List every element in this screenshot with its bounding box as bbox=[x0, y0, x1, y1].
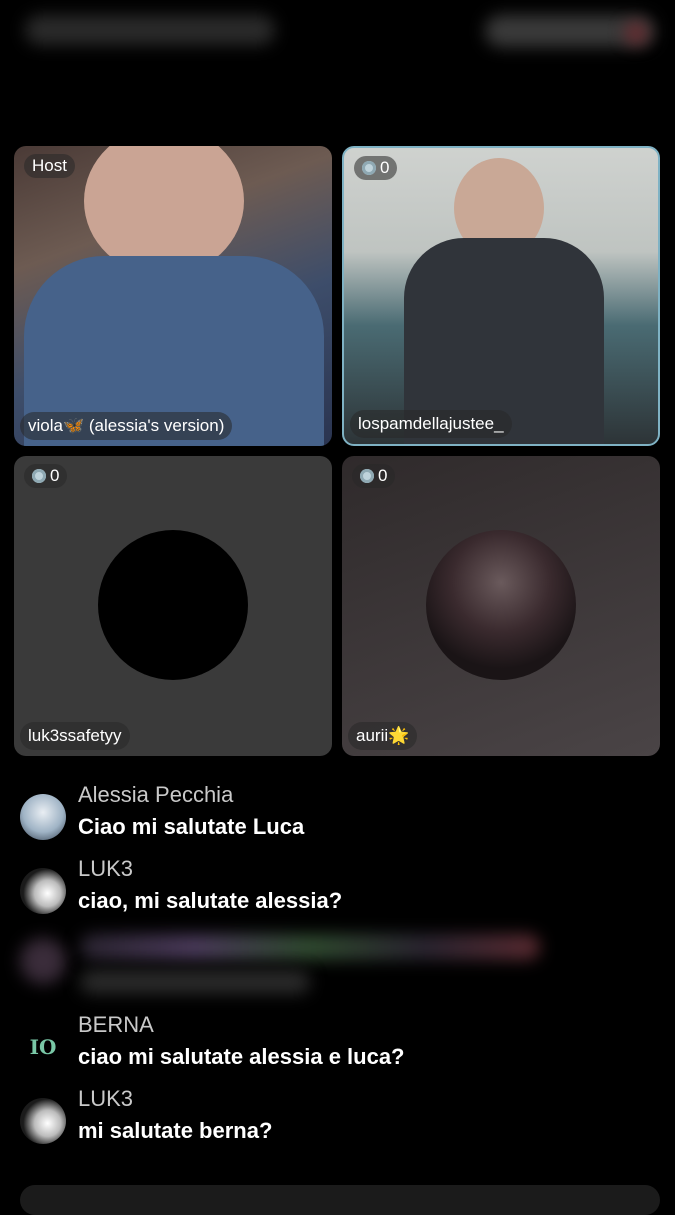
tile-host[interactable]: Host viola🦋 (alessia's version) bbox=[14, 146, 332, 446]
chat-message: LUK3 mi salutate berna? bbox=[20, 1086, 660, 1156]
guest-2-avatar bbox=[98, 530, 248, 680]
tile-guest-2[interactable]: 0 luk3ssafetyy bbox=[14, 456, 332, 756]
tile-name-host: viola🦋 (alessia's version) bbox=[20, 412, 233, 440]
chat-text: mi salutate berna? bbox=[78, 1118, 273, 1143]
chat-message: Alessia Pecchia Ciao mi salutate Luca bbox=[20, 782, 660, 852]
avatar-initials: IO bbox=[29, 1035, 57, 1059]
chat-text: ciao, mi salutate alessia? bbox=[78, 888, 343, 913]
tile-name-guest-2: luk3ssafetyy bbox=[20, 722, 130, 750]
bottom-action-bar[interactable] bbox=[20, 1185, 660, 1215]
chat-message: IO BERNA ciao mi salutate alessia e luca… bbox=[20, 1012, 660, 1082]
blurred-close bbox=[625, 22, 647, 44]
tile-guest-3[interactable]: 0 aurii🌟 bbox=[342, 456, 660, 756]
avatar[interactable] bbox=[20, 868, 66, 914]
coin-icon bbox=[32, 469, 46, 483]
avatar[interactable] bbox=[20, 794, 66, 840]
chat-text: ciao mi salutate alessia e luca? bbox=[78, 1044, 405, 1069]
coin-icon bbox=[360, 469, 374, 483]
tile-name-guest-3: aurii🌟 bbox=[348, 722, 418, 750]
chat-username[interactable]: LUK3 bbox=[78, 1086, 133, 1112]
guest-1-badge: 0 bbox=[354, 156, 398, 180]
blurred-message bbox=[20, 928, 540, 1000]
guest-3-badge: 0 bbox=[352, 464, 396, 488]
chat-username[interactable]: BERNA bbox=[78, 1012, 154, 1038]
guest-3-avatar bbox=[426, 530, 576, 680]
guest-2-badge: 0 bbox=[24, 464, 68, 488]
tile-guest-1[interactable]: 0 lospamdellajustee_ bbox=[342, 146, 660, 446]
avatar[interactable]: IO bbox=[20, 1024, 66, 1070]
avatar[interactable] bbox=[20, 1098, 66, 1144]
chat-username[interactable]: Alessia Pecchia bbox=[78, 782, 233, 808]
chat-message: LUK3 ciao, mi salutate alessia? bbox=[20, 856, 660, 926]
top-bar bbox=[0, 0, 675, 70]
chat-username[interactable]: LUK3 bbox=[78, 856, 133, 882]
chat-text: Ciao mi salutate Luca bbox=[78, 814, 305, 839]
coin-icon bbox=[362, 161, 376, 175]
tile-name-guest-1: lospamdellajustee_ bbox=[350, 410, 512, 438]
blurred-title bbox=[25, 15, 275, 45]
host-badge: Host bbox=[24, 154, 75, 178]
